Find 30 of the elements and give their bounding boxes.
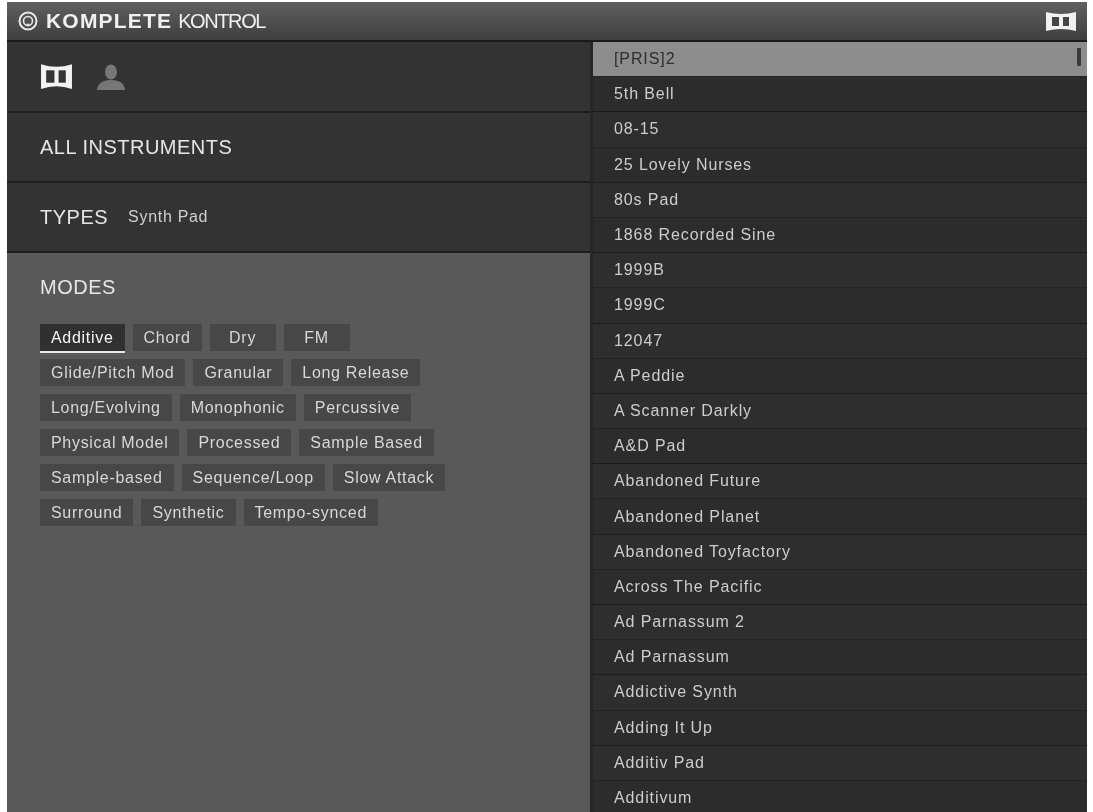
mode-tag[interactable]: Granular	[193, 359, 284, 388]
mode-tag[interactable]: Tempo-synced	[243, 499, 378, 528]
types-label[interactable]: TYPES	[40, 205, 109, 229]
result-row[interactable]: [PRIS]2	[593, 42, 1087, 78]
mode-tag[interactable]: Dry	[209, 324, 276, 353]
mode-tag[interactable]: Monophonic	[179, 394, 296, 423]
mode-tag[interactable]: Percussive	[303, 394, 412, 423]
mode-tag[interactable]: Surround	[40, 499, 134, 528]
ring-logo-icon	[18, 11, 38, 31]
mode-tag[interactable]: Long/Evolving	[40, 394, 172, 423]
mode-tag[interactable]: Slow Attack	[332, 464, 446, 493]
logo-icon[interactable]	[1045, 10, 1077, 32]
mode-tag[interactable]: Sequence/Loop	[181, 464, 325, 493]
mode-tag[interactable]: FM	[283, 324, 350, 353]
app-title: KOMPLETE KONTROL	[46, 9, 265, 33]
types-value[interactable]: Synth Pad	[128, 208, 209, 226]
mode-tag[interactable]: Sample Based	[299, 429, 434, 458]
mode-tag[interactable]: Additive	[40, 324, 125, 353]
mode-tag[interactable]: Synthetic	[141, 499, 236, 528]
user-icon[interactable]	[97, 63, 125, 90]
scrollbar-thumb[interactable]	[1077, 48, 1081, 66]
mode-tag[interactable]: Physical Model	[40, 429, 180, 458]
mode-tag[interactable]: Glide/Pitch Mod	[40, 359, 186, 388]
mode-tag[interactable]: Sample-based	[40, 464, 174, 493]
mode-tag[interactable]: Long Release	[291, 359, 421, 388]
modes-label: MODES	[40, 275, 116, 299]
logo-icon[interactable]	[40, 63, 73, 90]
all-instruments-label[interactable]: ALL INSTRUMENTS	[40, 135, 233, 159]
mode-tag[interactable]: Processed	[187, 429, 292, 458]
mode-tag[interactable]: Chord	[132, 324, 202, 353]
